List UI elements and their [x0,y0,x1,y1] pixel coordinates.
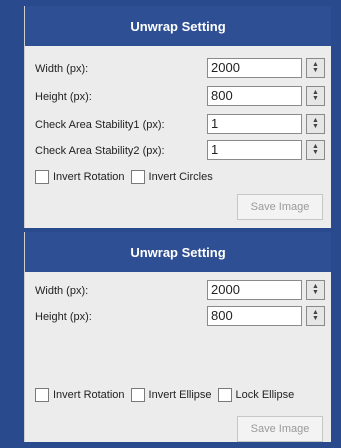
checkbox-label: Invert Circles [148,171,213,183]
unwrap-panel-2: Unwrap Setting Width (px): 2000 ▲ ▼ Heigh… [24,232,331,442]
down-arrow-icon: ▼ [312,95,319,102]
stability2-label: Check Area Stability2 (px): [35,145,165,157]
stability1-label: Check Area Stability1 (px): [35,119,165,131]
down-arrow-icon: ▼ [312,67,319,74]
height-input[interactable]: 800 [207,86,302,106]
checkbox-label: Invert Ellipse [148,389,212,401]
panel-title: Unwrap Setting [130,18,226,34]
checkbox-box[interactable] [130,170,145,184]
height-spinner-button[interactable]: ▲ ▼ [306,86,325,106]
checkbox-box[interactable] [35,388,49,402]
unwrap-panel-1: Unwrap Setting Width (px): 2000 ▲ ▼ Heigh… [24,6,331,228]
down-arrow-icon: ▼ [312,315,319,322]
width-label: Width (px): [35,63,89,75]
panel-header: Unwrap Setting [25,6,331,46]
height-label: Height (px): [35,311,92,323]
stability1-spinner-button[interactable]: ▲ ▼ [306,114,325,134]
invert-rotation-checkbox[interactable]: Invert Rotation [35,170,125,184]
panel-title: Unwrap Setting [130,244,226,260]
height-label: Height (px): [35,91,92,103]
stability1-input[interactable]: 1 [207,114,302,134]
lock-ellipse-checkbox[interactable]: Lock Ellipse [217,388,295,402]
stability2-input[interactable]: 1 [207,140,302,160]
options-row: Invert Rotation Invert Ellipse Lock Elli… [35,388,325,402]
checkbox-box[interactable] [35,170,49,184]
width-input[interactable]: 2000 [207,58,302,78]
width-row: Width (px): 2000 ▲ ▼ [35,58,325,80]
down-arrow-icon: ▼ [312,289,319,296]
width-spinner-button[interactable]: ▲ ▼ [306,280,325,300]
save-image-button[interactable]: Save Image [237,416,323,442]
down-arrow-icon: ▼ [312,123,319,130]
height-stepper: 800 ▲ ▼ [207,86,329,106]
width-row: Width (px): 2000 ▲ ▼ [35,280,325,302]
stability2-spinner-button[interactable]: ▲ ▼ [306,140,325,160]
invert-circles-checkbox[interactable]: Invert Circles [130,170,213,184]
stability1-row: Check Area Stability1 (px): 1 ▲ ▼ [35,114,325,136]
down-arrow-icon: ▼ [312,149,319,156]
invert-ellipse-checkbox[interactable]: Invert Ellipse [130,388,212,402]
checkbox-label: Invert Rotation [53,171,125,183]
checkbox-box[interactable] [130,388,145,402]
height-input[interactable]: 800 [207,306,302,326]
height-spinner-button[interactable]: ▲ ▼ [306,306,325,326]
width-label: Width (px): [35,285,89,297]
checkbox-box[interactable] [217,388,232,402]
stability1-stepper: 1 ▲ ▼ [207,114,329,134]
height-row: Height (px): 800 ▲ ▼ [35,86,325,108]
checkbox-label: Invert Rotation [53,389,125,401]
panel-header: Unwrap Setting [25,232,331,272]
height-row: Height (px): 800 ▲ ▼ [35,306,325,328]
stability2-row: Check Area Stability2 (px): 1 ▲ ▼ [35,140,325,162]
save-image-button[interactable]: Save Image [237,194,323,220]
width-stepper: 2000 ▲ ▼ [207,280,329,300]
width-input[interactable]: 2000 [207,280,302,300]
invert-rotation-checkbox[interactable]: Invert Rotation [35,388,125,402]
width-stepper: 2000 ▲ ▼ [207,58,329,78]
height-stepper: 800 ▲ ▼ [207,306,329,326]
stability2-stepper: 1 ▲ ▼ [207,140,329,160]
width-spinner-button[interactable]: ▲ ▼ [306,58,325,78]
checkbox-label: Lock Ellipse [235,389,295,401]
options-row: Invert Rotation Invert Circles [35,170,325,184]
